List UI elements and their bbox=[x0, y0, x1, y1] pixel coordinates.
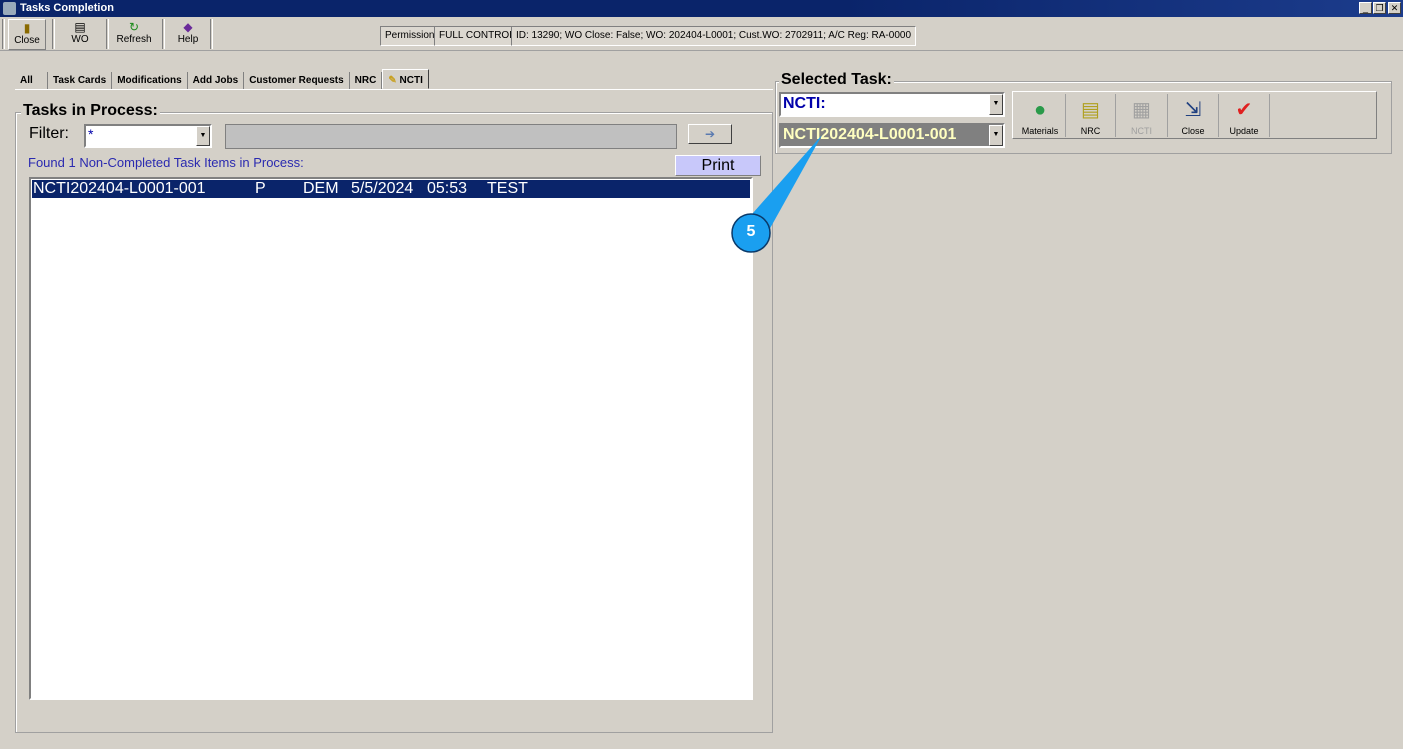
callout-number: 5 bbox=[746, 223, 756, 240]
annotation-callout bbox=[731, 135, 822, 253]
